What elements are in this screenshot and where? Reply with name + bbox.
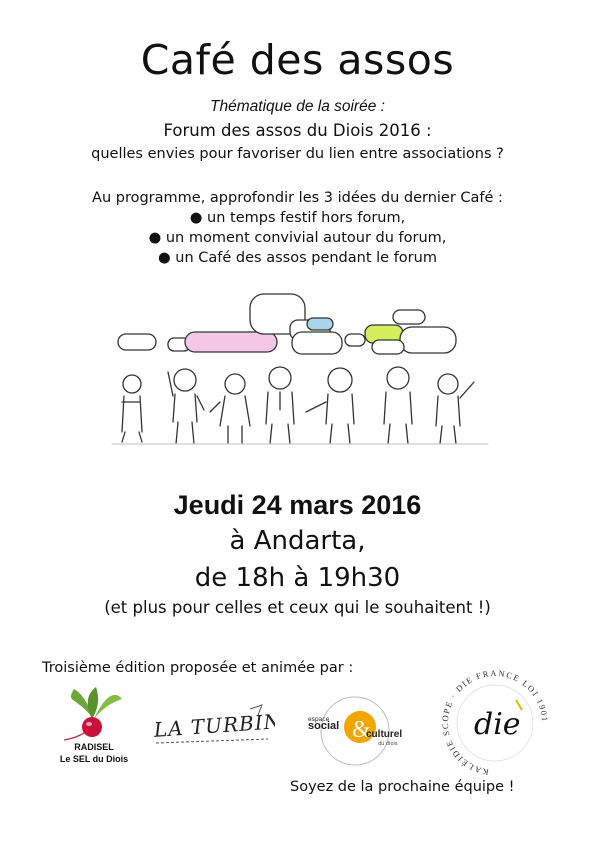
speech-bubble [392, 309, 426, 325]
speech-bubble [344, 333, 366, 347]
kalei-mark: die [474, 707, 521, 742]
theme-title: Forum des assos du Diois 2016 : [163, 121, 432, 140]
speech-bubble [291, 331, 343, 355]
theme-label: Thématique de la soirée : [210, 98, 385, 115]
speech-bubble [184, 331, 278, 353]
programme-item: ● un temps festif hors forum, [189, 210, 406, 226]
poster-title: Café des assos [140, 36, 455, 84]
theme-subtitle: quelles envies pour favoriser du lien en… [91, 146, 504, 162]
programme-item: ● un moment convivial autour du forum, [148, 230, 447, 246]
programme-intro: Au programme, approfondir les 3 idées du… [92, 190, 503, 206]
speech-bubble [371, 339, 405, 355]
speech-bubble [117, 333, 157, 351]
speech-bubble [399, 326, 457, 354]
people-illustration [111, 293, 489, 445]
event-time: de 18h à 19h30 [194, 563, 401, 593]
credit-line: Troisième édition proposée et animée par… [42, 660, 354, 676]
radisel-logo: RADISEL Le SEL du Diois [44, 685, 144, 765]
kaleidiescope-logo: KALÉIDIE SCOPE · DIE FRANCE LOI 1901 die [430, 668, 560, 778]
radisel-name: RADISEL [74, 742, 114, 752]
footer-call-to-action: Soyez de la prochaine équipe ! [290, 779, 515, 795]
radish-icon [63, 687, 122, 741]
espace-region: du diois [378, 741, 398, 747]
event-place: à Andarta, [229, 526, 366, 556]
speech-bubble [306, 317, 334, 331]
radisel-caption: Le SEL du Diois [59, 754, 129, 764]
espace-social: social [308, 720, 339, 732]
la-turbine-logo: LA TURBINE [150, 695, 298, 765]
espace-culturel: culturel [366, 729, 402, 740]
espace-social-culturel-logo: espace social & culturel du diois [300, 695, 410, 770]
turbine-text: LA TURBINE [152, 708, 275, 742]
event-extra: (et plus pour celles et ceux qui le souh… [104, 598, 491, 617]
programme-item: ● un Café des assos pendant le forum [158, 250, 437, 266]
event-date: Jeudi 24 mars 2016 [173, 490, 422, 520]
